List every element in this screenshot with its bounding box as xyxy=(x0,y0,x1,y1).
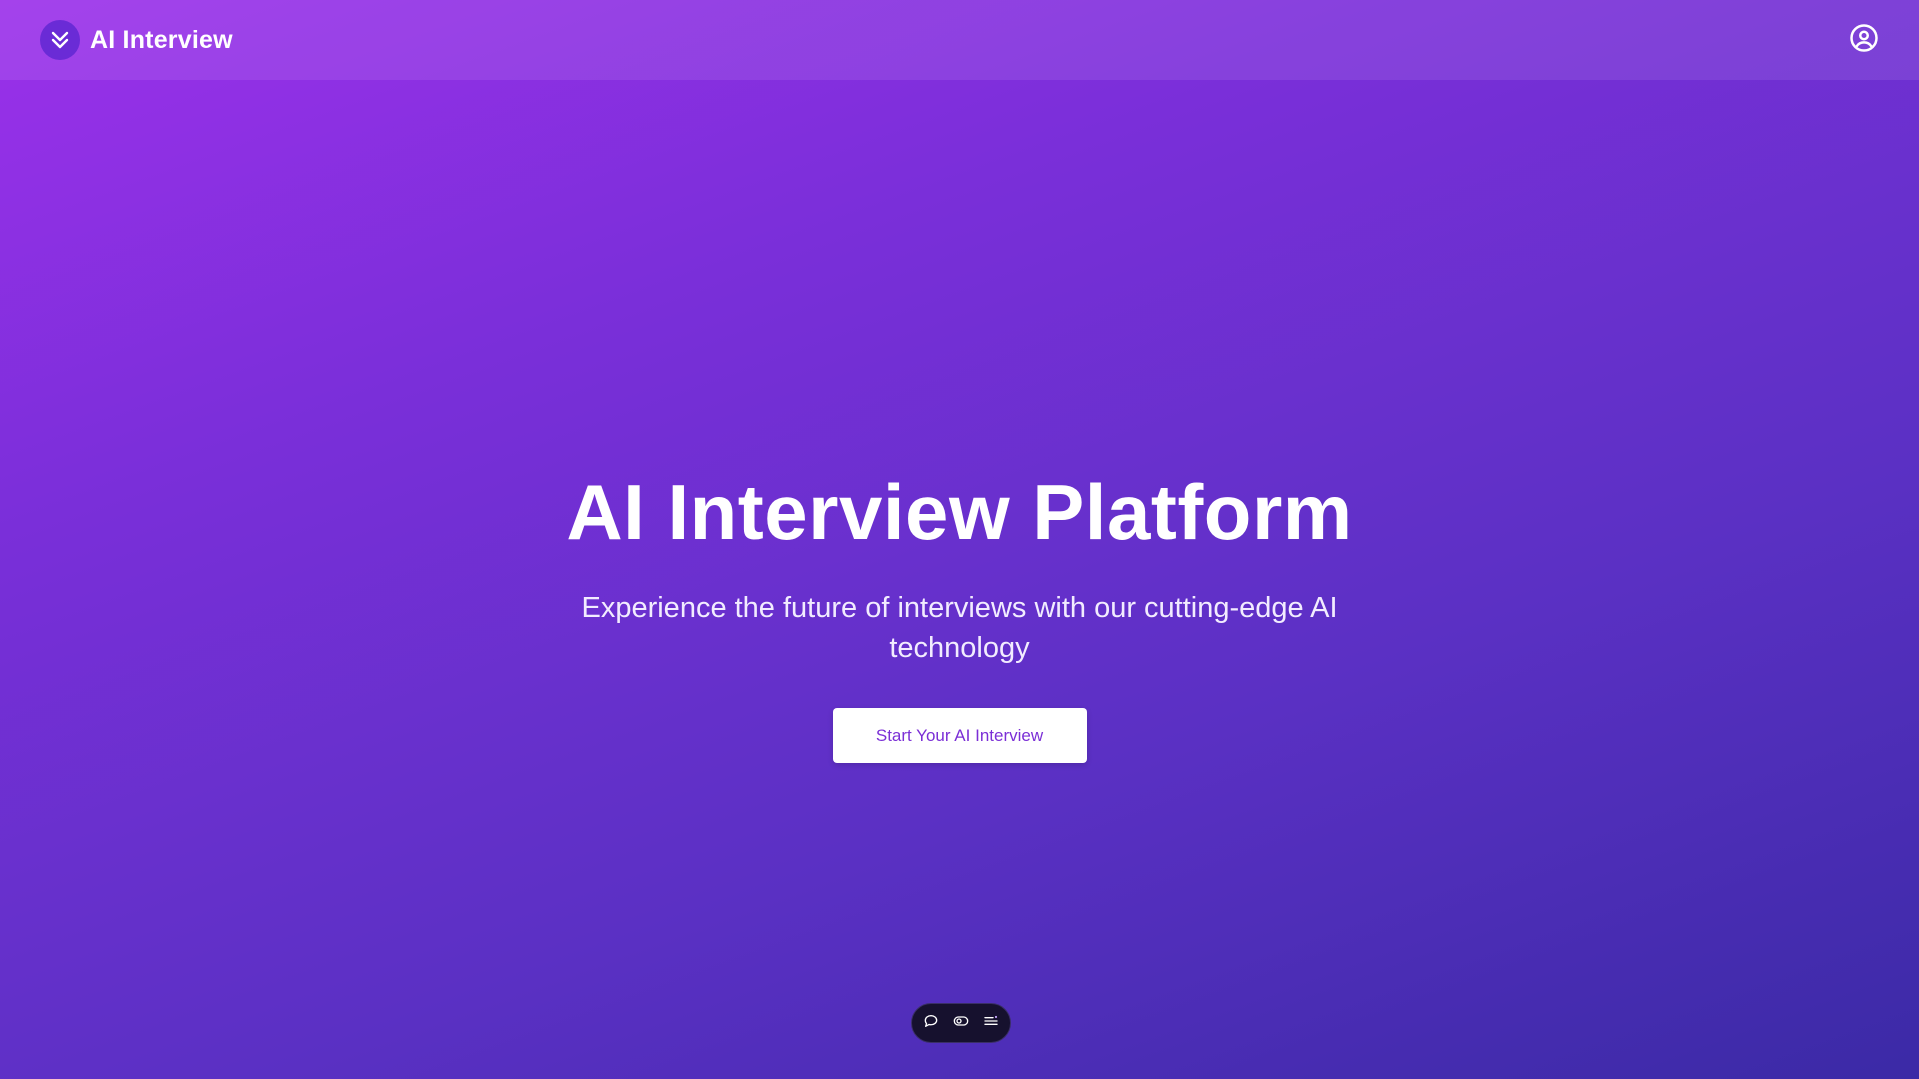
start-interview-button[interactable]: Start Your AI Interview xyxy=(832,707,1087,763)
hero-subtitle: Experience the future of interviews with… xyxy=(581,591,1338,664)
floating-toolbar xyxy=(911,1003,1011,1043)
chat-button[interactable] xyxy=(922,1014,940,1032)
toggle-button[interactable] xyxy=(952,1014,970,1032)
user-circle-icon xyxy=(1849,23,1879,58)
chat-bubble-icon xyxy=(923,1013,939,1034)
top-navbar: AI Interview xyxy=(0,0,1919,80)
list-menu-icon xyxy=(983,1013,999,1034)
menu-button[interactable] xyxy=(982,1014,1000,1032)
brand-home-link[interactable]: AI Interview xyxy=(40,20,233,60)
brand-name: AI Interview xyxy=(90,25,233,54)
hero-title: AI Interview Platform xyxy=(566,468,1353,556)
double-chevron-down-icon xyxy=(40,20,80,60)
profile-button[interactable] xyxy=(1846,22,1882,58)
toggle-icon xyxy=(953,1013,969,1034)
hero-section: AI Interview Platform Experience the fut… xyxy=(0,468,1919,763)
